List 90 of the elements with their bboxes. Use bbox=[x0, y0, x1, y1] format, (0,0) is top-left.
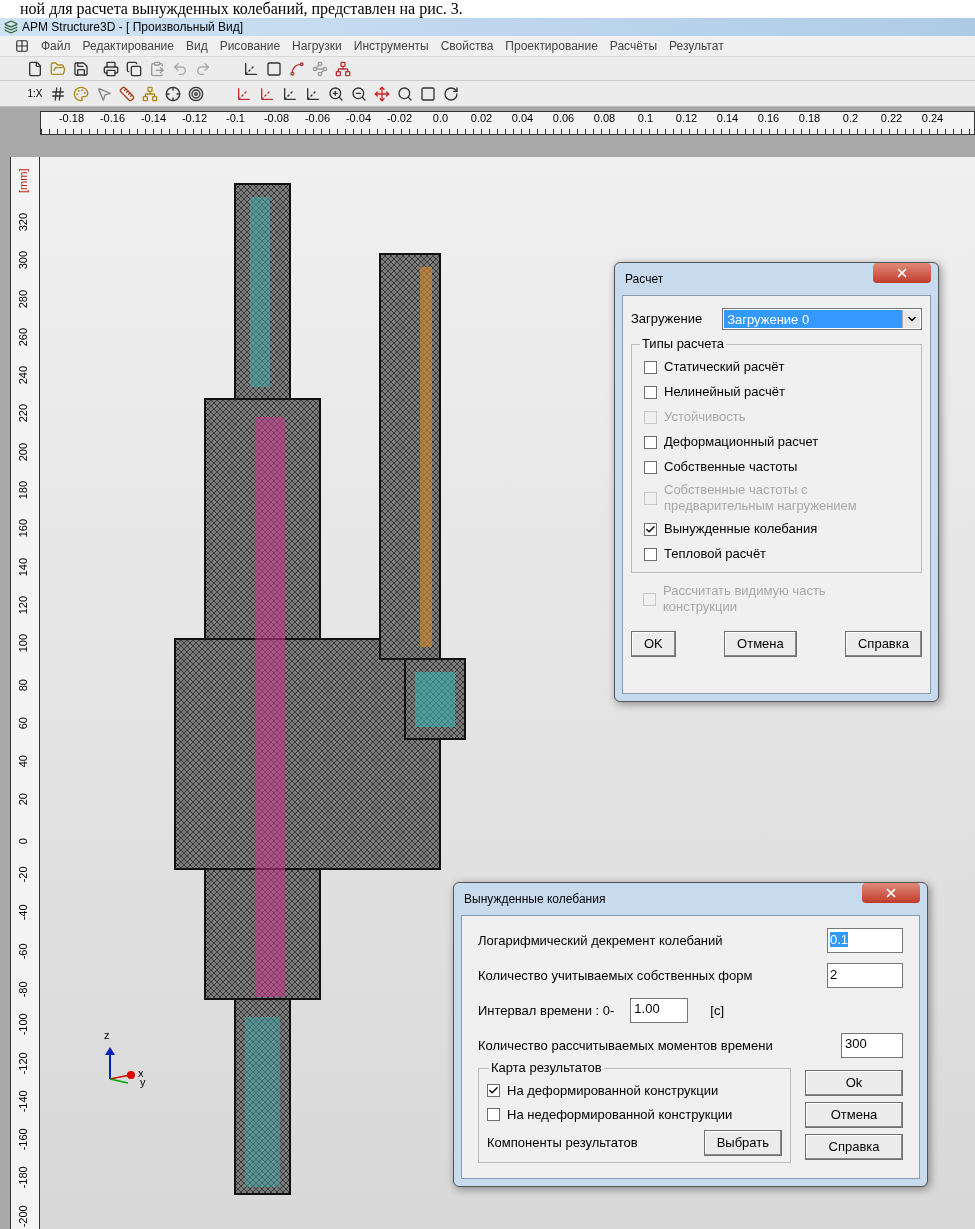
checkbox-label: Собственные частоты с предварительным нагружением bbox=[664, 482, 858, 514]
checkbox-label: На деформированной конструкции bbox=[507, 1082, 719, 1100]
dialog-button[interactable]: OK bbox=[631, 631, 676, 657]
ruler-label: -100 bbox=[16, 1012, 30, 1036]
ruler-label: 60 bbox=[16, 715, 30, 730]
field-label: Интервал времени : 0- bbox=[478, 1001, 615, 1020]
ruler-label: 320 bbox=[16, 211, 30, 232]
field-label: Количество учитываемых собственных форм bbox=[478, 966, 753, 985]
ruler-label: 120 bbox=[16, 594, 30, 615]
input-field[interactable]: 300 bbox=[841, 1033, 903, 1058]
field-label: Количество рассчитываемых моментов времени bbox=[478, 1036, 773, 1055]
close-icon bbox=[884, 886, 898, 900]
checkbox[interactable] bbox=[644, 360, 657, 374]
group-title: Карта результатов bbox=[489, 1060, 604, 1076]
field-label: Загружение bbox=[631, 310, 703, 329]
checkbox-label: Рассчитать видимую часть конструкции bbox=[663, 583, 827, 615]
unit-label: [c] bbox=[710, 1001, 725, 1020]
menu-item[interactable]: Инструменты bbox=[353, 37, 429, 55]
checkbox-label: На недеформированной конструкции bbox=[507, 1105, 733, 1124]
axis-label: z bbox=[104, 1028, 110, 1043]
menu-item[interactable]: Рисование bbox=[219, 37, 281, 55]
choose-button[interactable]: Выбрать bbox=[703, 1130, 782, 1156]
ruler-label: 180 bbox=[16, 480, 30, 500]
dialog-button[interactable]: Отмена bbox=[805, 1102, 903, 1128]
ruler-label: -180 bbox=[16, 1165, 30, 1189]
ruler-label: -200 bbox=[16, 1204, 30, 1227]
ruler-label: -160 bbox=[16, 1127, 30, 1151]
field-label: Компоненты результатов bbox=[487, 1134, 638, 1153]
field-label: Логарифмический декремент колебаний bbox=[478, 931, 723, 950]
ruler-label: 240 bbox=[16, 365, 30, 385]
axis-label: x bbox=[138, 1066, 144, 1080]
menu-item[interactable]: Нагрузки bbox=[292, 37, 342, 55]
menu-item[interactable]: Расчёты bbox=[609, 37, 658, 55]
ruler-label: 280 bbox=[16, 288, 30, 308]
menu-item[interactable]: Вид bbox=[185, 37, 208, 55]
dialog-button[interactable]: Ok bbox=[805, 1070, 903, 1096]
ruler-label: 140 bbox=[16, 556, 30, 576]
checkbox-label: Деформационный расчет bbox=[664, 434, 820, 450]
checkbox[interactable] bbox=[644, 385, 657, 399]
ruler-label: 80 bbox=[16, 677, 30, 691]
group-title: Типы расчета bbox=[640, 336, 727, 352]
menu-item[interactable]: Свойства bbox=[440, 37, 494, 55]
menu-item[interactable]: Файл bbox=[41, 37, 71, 55]
window-title: APM Structure3D - [ Произвольный Вид] bbox=[22, 19, 244, 36]
close-button[interactable] bbox=[873, 263, 931, 283]
checkbox-label: Нелинейный расчёт bbox=[664, 384, 786, 400]
ruler-label: -40 bbox=[16, 903, 30, 921]
ruler-label: -120 bbox=[16, 1050, 30, 1074]
input-field[interactable]: 2 bbox=[827, 963, 903, 988]
ruler-label: 100 bbox=[16, 633, 30, 653]
axis-label: y bbox=[140, 1077, 146, 1088]
ruler-label: 220 bbox=[16, 403, 30, 423]
menu-item[interactable]: Результат bbox=[669, 37, 724, 55]
document-caption: ной для расчета вынужденных колебаний, представлен на рис. 3. bbox=[19, 0, 464, 18]
ruler-label: 20 bbox=[16, 792, 30, 806]
input-field[interactable]: 1.00 bbox=[630, 998, 689, 1023]
checkbox[interactable] bbox=[644, 460, 657, 474]
checkbox-label: Статический расчёт bbox=[664, 359, 786, 375]
ruler-label: 160 bbox=[16, 518, 30, 538]
menu-item[interactable]: Проектирование bbox=[505, 37, 598, 55]
checkbox[interactable] bbox=[487, 1107, 500, 1121]
close-icon bbox=[895, 266, 909, 280]
checkbox-label: Вынужденные колебания bbox=[664, 521, 819, 537]
close-button[interactable] bbox=[862, 883, 920, 903]
ruler-label: -140 bbox=[16, 1089, 30, 1113]
dialog-title: Вынужденные колебания bbox=[463, 891, 606, 908]
checkbox[interactable] bbox=[644, 522, 657, 536]
dialog-button[interactable]: Отмена bbox=[724, 631, 797, 657]
ruler-label: -80 bbox=[16, 980, 30, 998]
ruler-label: 260 bbox=[16, 326, 30, 347]
dialog-button[interactable]: Справка bbox=[805, 1134, 903, 1160]
ruler-label: 200 bbox=[16, 441, 30, 462]
checkbox-label: Устойчивость bbox=[664, 409, 747, 425]
checkbox-label: Собственные частоты bbox=[664, 459, 799, 475]
ruler-label: -60 bbox=[16, 942, 30, 959]
checkbox[interactable] bbox=[644, 547, 657, 561]
menu-item[interactable]: Редактирование bbox=[82, 37, 174, 55]
dialog-title: Расчет bbox=[624, 271, 664, 288]
ruler-label: 300 bbox=[16, 250, 30, 270]
ruler-label: 40 bbox=[16, 754, 30, 768]
scale-button[interactable]: 1:X bbox=[24, 86, 46, 101]
ruler-label: -20 bbox=[16, 865, 30, 883]
checkbox-label: Тепловой расчёт bbox=[664, 546, 768, 562]
ruler-label: 0 bbox=[16, 836, 30, 845]
checkbox[interactable] bbox=[487, 1084, 500, 1098]
ruler-unit: [mm] bbox=[16, 167, 30, 193]
app-icon bbox=[4, 20, 18, 34]
document-icon[interactable] bbox=[15, 39, 29, 53]
dialog-button[interactable]: Справка bbox=[845, 631, 922, 657]
checkbox[interactable] bbox=[644, 435, 657, 449]
